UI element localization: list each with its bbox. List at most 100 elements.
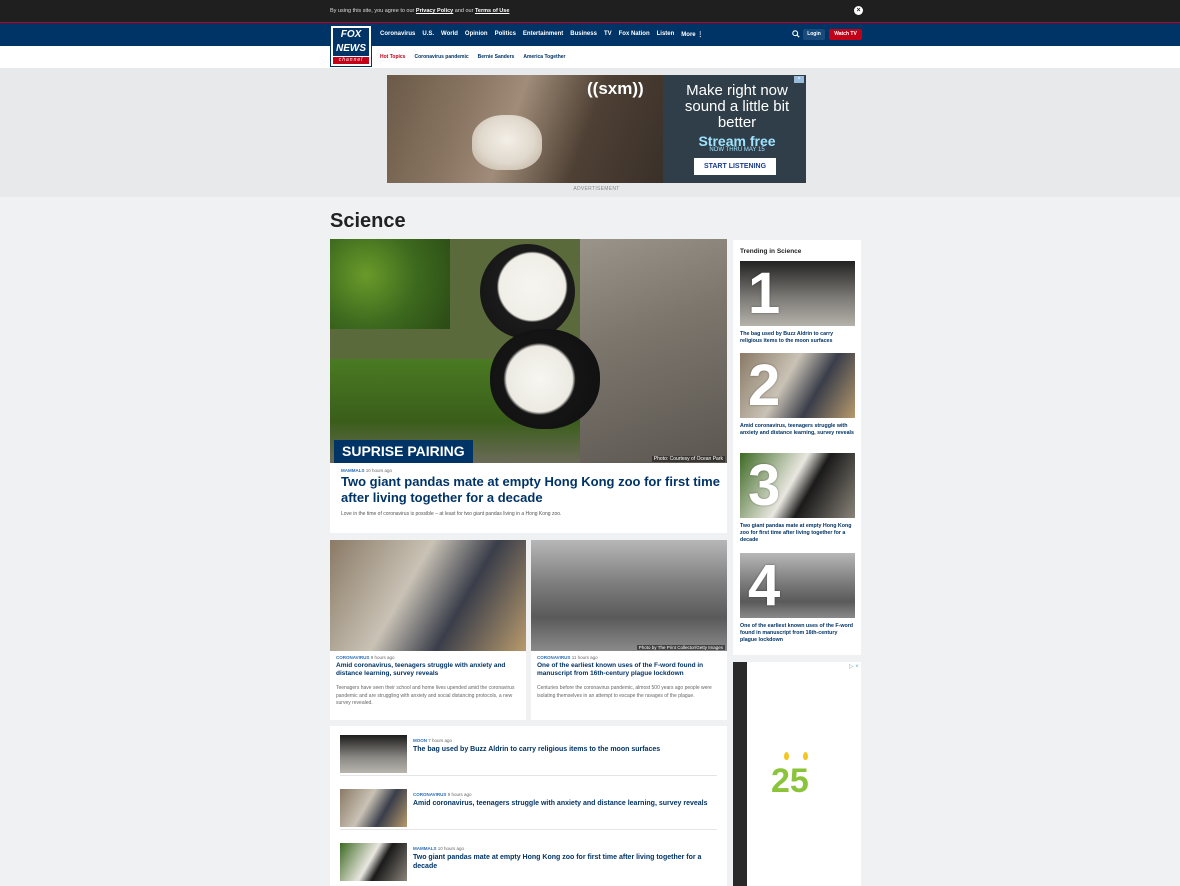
hero-rock bbox=[580, 239, 727, 463]
article-card[interactable]: Photo by The Print Collector/Getty Image… bbox=[531, 540, 727, 720]
sub-header bbox=[0, 46, 1180, 68]
sidebar-ad-number: 25 bbox=[771, 762, 809, 800]
trending-title[interactable]: Two giant pandas mate at empty Hong Kong… bbox=[740, 523, 855, 544]
ad-start-listening-button[interactable]: START LISTENING bbox=[694, 158, 776, 175]
trending-title[interactable]: The bag used by Buzz Aldrin to carry rel… bbox=[740, 331, 855, 345]
card-image[interactable] bbox=[330, 540, 526, 651]
ad-dog-image bbox=[472, 115, 542, 170]
nav-us[interactable]: U.S. bbox=[422, 31, 434, 38]
card-time: 9 hours ago bbox=[370, 655, 395, 660]
watch-tv-button[interactable]: Watch TV bbox=[829, 29, 862, 40]
card-meta: CORONAVIRUS 11 hours ago bbox=[537, 655, 598, 660]
login-button[interactable]: Login bbox=[803, 29, 825, 40]
terms-of-use-link[interactable]: Terms of Use bbox=[475, 8, 509, 14]
list-item[interactable]: MAMMALS 10 hours ago Two giant pandas ma… bbox=[340, 834, 717, 884]
hero-article[interactable]: Photo: Courtesy of Ocean Park SUPRISE PA… bbox=[330, 239, 727, 533]
trending-thumbnail[interactable]: 1 bbox=[740, 261, 855, 326]
list-item-meta: CORONAVIRUS 9 hours ago bbox=[413, 792, 471, 797]
cookie-banner: By using this site, you agree to our Pri… bbox=[0, 0, 1180, 22]
panda-image-top bbox=[480, 244, 575, 339]
card-time: 11 hours ago bbox=[571, 655, 598, 660]
trending-rank: 2 bbox=[748, 353, 781, 418]
card-category[interactable]: CORONAVIRUS bbox=[336, 655, 369, 660]
trending-thumbnail[interactable]: 3 bbox=[740, 453, 855, 518]
list-item-category[interactable]: MOON bbox=[413, 738, 427, 743]
trending-rank: 4 bbox=[748, 553, 781, 618]
list-item[interactable]: CORONAVIRUS 9 hours ago Amid coronavirus… bbox=[340, 780, 717, 830]
main-nav: Coronavirus U.S. World Opinion Politics … bbox=[380, 31, 703, 38]
trending-sidebar: Trending in Science 1 The bag used by Bu… bbox=[733, 240, 861, 655]
list-item-title[interactable]: The bag used by Buzz Aldrin to carry rel… bbox=[413, 745, 713, 754]
hot-topic-america-together[interactable]: America Together bbox=[523, 54, 565, 60]
list-item-thumbnail[interactable] bbox=[340, 735, 407, 773]
sidebar-ad[interactable]: ▷ × 25 bbox=[733, 662, 861, 886]
list-item-thumbnail[interactable] bbox=[340, 789, 407, 827]
hero-category[interactable]: MAMMALS bbox=[341, 468, 365, 473]
list-item-category[interactable]: CORONAVIRUS bbox=[413, 792, 446, 797]
advertisement-label: ADVERTISEMENT bbox=[573, 186, 620, 192]
sxm-ad-banner[interactable]: ((sxm)) Make right now sound a little bi… bbox=[387, 75, 806, 183]
hot-topic-coronavirus[interactable]: Coronavirus pandemic bbox=[414, 54, 468, 60]
card-image[interactable]: Photo by The Print Collector/Getty Image… bbox=[531, 540, 727, 651]
list-item-meta: MAMMALS 10 hours ago bbox=[413, 846, 464, 851]
hero-photo-credit: Photo: Courtesy of Ocean Park bbox=[651, 456, 725, 462]
list-item-title[interactable]: Amid coronavirus, teenagers struggle wit… bbox=[413, 799, 713, 808]
nav-entertainment[interactable]: Entertainment bbox=[523, 31, 563, 38]
card-dek: Teenagers have seen their school and hom… bbox=[336, 685, 515, 706]
logo-line-3: channel bbox=[333, 57, 369, 64]
list-item-category[interactable]: MAMMALS bbox=[413, 846, 437, 851]
trending-rank: 1 bbox=[748, 261, 781, 326]
fox-news-logo[interactable]: FOX NEWS channel bbox=[330, 25, 372, 67]
nav-fox-nation[interactable]: Fox Nation bbox=[619, 31, 650, 38]
hero-image[interactable]: Photo: Courtesy of Ocean Park bbox=[330, 239, 727, 463]
card-photo-credit: Photo by The Print Collector/Getty Image… bbox=[636, 645, 725, 650]
nav-tv[interactable]: TV bbox=[604, 31, 612, 38]
list-item-time: 7 hours ago bbox=[428, 738, 453, 743]
list-item-meta: MOON 7 hours ago bbox=[413, 738, 452, 743]
page-title: Science bbox=[330, 210, 406, 232]
ad-until: NOW THRU MAY 15 bbox=[709, 147, 765, 153]
hero-title[interactable]: Two giant pandas mate at empty Hong Kong… bbox=[341, 474, 721, 505]
cookie-text: By using this site, you agree to our Pri… bbox=[330, 8, 510, 14]
card-title[interactable]: Amid coronavirus, teenagers struggle wit… bbox=[336, 662, 520, 678]
nav-listen[interactable]: Listen bbox=[657, 31, 675, 38]
hot-topic-bernie[interactable]: Bernie Sanders bbox=[478, 54, 515, 60]
nav-business[interactable]: Business bbox=[570, 31, 597, 38]
nav-politics[interactable]: Politics bbox=[495, 31, 516, 38]
trending-thumbnail[interactable]: 2 bbox=[740, 353, 855, 418]
hero-kicker: SUPRISE PAIRING bbox=[334, 440, 473, 463]
logo-line-1: FOX bbox=[333, 28, 369, 42]
list-item-thumbnail[interactable] bbox=[340, 843, 407, 881]
adchoices-icon[interactable]: ▷ × bbox=[849, 663, 859, 670]
cookie-close-button[interactable]: × bbox=[854, 6, 863, 15]
trending-rank: 3 bbox=[748, 453, 781, 518]
logo-line-2: NEWS bbox=[333, 42, 369, 56]
hero-leaves bbox=[330, 239, 450, 329]
panda-image-bottom bbox=[490, 329, 600, 429]
trending-heading: Trending in Science bbox=[740, 248, 802, 255]
ad-close-icon[interactable]: × bbox=[794, 76, 804, 83]
privacy-policy-link[interactable]: Privacy Policy bbox=[416, 8, 453, 14]
card-title[interactable]: One of the earliest known uses of the F-… bbox=[537, 662, 721, 678]
trending-title[interactable]: One of the earliest known uses of the F-… bbox=[740, 623, 855, 644]
sxm-logo: ((sxm)) bbox=[587, 79, 644, 98]
trending-thumbnail[interactable]: 4 bbox=[740, 553, 855, 618]
nav-more[interactable]: More ⋮ bbox=[681, 31, 703, 38]
trending-title[interactable]: Amid coronavirus, teenagers struggle wit… bbox=[740, 423, 855, 437]
nav-world[interactable]: World bbox=[441, 31, 458, 38]
hero-time: 10 hours ago bbox=[365, 468, 393, 473]
list-item-title[interactable]: Two giant pandas mate at empty Hong Kong… bbox=[413, 853, 713, 871]
candle-flame-icon bbox=[803, 752, 808, 760]
list-item[interactable]: MOON 7 hours ago The bag used by Buzz Al… bbox=[340, 726, 717, 776]
card-category[interactable]: CORONAVIRUS bbox=[537, 655, 570, 660]
list-item-time: 10 hours ago bbox=[437, 846, 465, 851]
article-card[interactable]: CORONAVIRUS 9 hours ago Amid coronavirus… bbox=[330, 540, 526, 720]
list-item-time: 9 hours ago bbox=[447, 792, 472, 797]
nav-coronavirus[interactable]: Coronavirus bbox=[380, 31, 415, 38]
nav-opinion[interactable]: Opinion bbox=[465, 31, 488, 38]
hot-topics-bar: Hot Topics Coronavirus pandemic Bernie S… bbox=[380, 54, 566, 60]
card-meta: CORONAVIRUS 9 hours ago bbox=[336, 655, 394, 660]
search-icon[interactable] bbox=[792, 30, 800, 40]
article-list: MOON 7 hours ago The bag used by Buzz Al… bbox=[330, 726, 727, 886]
ad-headline: Make right now sound a little bit better bbox=[684, 82, 790, 131]
